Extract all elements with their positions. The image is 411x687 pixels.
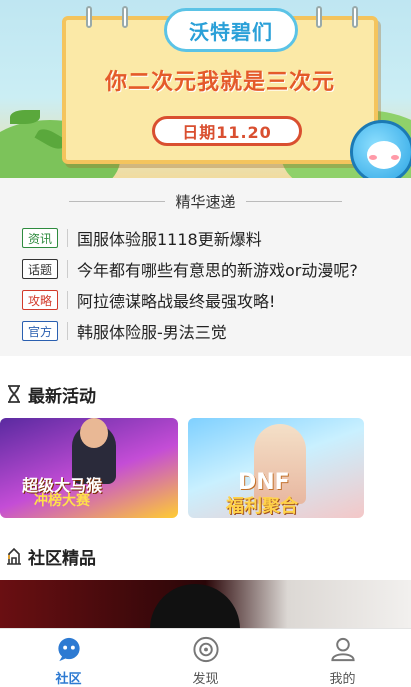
- activity-card[interactable]: 超级大马猴 冲榜大赛: [0, 418, 178, 518]
- news-title: 国服体验服1118更新爆料: [77, 230, 262, 249]
- mascot-cheek: [369, 155, 377, 160]
- bottom-tab-bar: 社区 发现 我的: [0, 628, 411, 687]
- mascot-cheek: [391, 155, 399, 160]
- activities-header: 最新活动: [6, 382, 96, 407]
- profile-icon: [330, 637, 355, 662]
- activity-subtitle: 福利聚合: [226, 496, 298, 517]
- tab-discover[interactable]: 发现: [137, 629, 274, 687]
- digest-card: 精华速递 资讯 国服体验服1118更新爆料 话题 今年都有哪些有意思的新游戏or…: [0, 178, 411, 356]
- community-post-image[interactable]: [0, 580, 411, 628]
- news-title: 今年都有哪些有意思的新游戏or动漫呢?: [77, 261, 358, 280]
- divider: [67, 322, 68, 340]
- tab-label: 发现: [192, 672, 219, 687]
- divider: [67, 291, 68, 309]
- community-header: 社区精品: [6, 544, 96, 569]
- banner-title: 你二次元我就是三次元: [104, 70, 335, 95]
- tab-label: 我的: [329, 672, 356, 687]
- activity-person-head: [80, 418, 108, 448]
- activity-card[interactable]: DNF 福利聚合: [188, 418, 364, 518]
- tab-profile[interactable]: 我的: [274, 629, 411, 687]
- community-icon: [57, 637, 80, 662]
- news-tag: 攻略: [22, 290, 58, 310]
- divider: [67, 260, 68, 278]
- digest-title: 精华速递: [175, 192, 236, 211]
- post-figure: [150, 584, 240, 628]
- banner-date: 日期11.20: [152, 116, 302, 146]
- news-item[interactable]: 话题 今年都有哪些有意思的新游戏or动漫呢?: [22, 257, 402, 281]
- news-tag: 资讯: [22, 228, 58, 248]
- mascot-icon: [350, 120, 411, 178]
- news-item[interactable]: 官方 韩服体险服-男法三觉: [22, 319, 402, 343]
- building-icon: [7, 547, 21, 565]
- news-title: 阿拉德谋略战最终最强攻略!: [77, 292, 276, 311]
- news-tag: 官方: [22, 321, 58, 341]
- board-ring: [122, 6, 128, 28]
- news-item[interactable]: 资讯 国服体验服1118更新爆料: [22, 226, 402, 250]
- tab-label: 社区: [55, 672, 82, 687]
- banner-board: 沃特碧们 你二次元我就是三次元 日期11.20: [62, 6, 378, 164]
- tab-community[interactable]: 社区: [0, 629, 137, 687]
- banner-logo: 沃特碧们: [164, 8, 298, 52]
- event-banner[interactable]: 沃特碧们 你二次元我就是三次元 日期11.20: [0, 0, 411, 178]
- activity-subtitle: 冲榜大赛: [34, 493, 90, 509]
- section-title: 社区精品: [28, 548, 96, 569]
- news-tag: 话题: [22, 259, 58, 279]
- news-title: 韩服体险服-男法三觉: [77, 323, 227, 342]
- hourglass-icon: [8, 385, 20, 403]
- divider: [69, 200, 166, 202]
- digest-header: 精华速递: [0, 190, 411, 212]
- board-ring: [352, 6, 358, 28]
- section-title: 最新活动: [28, 386, 96, 407]
- board-ring: [86, 6, 92, 28]
- news-item[interactable]: 攻略 阿拉德谋略战最终最强攻略!: [22, 288, 402, 312]
- divider: [245, 200, 342, 202]
- board-ring: [316, 6, 322, 28]
- divider: [67, 229, 68, 247]
- discover-icon: [192, 636, 219, 663]
- banner-leaf: [10, 110, 40, 124]
